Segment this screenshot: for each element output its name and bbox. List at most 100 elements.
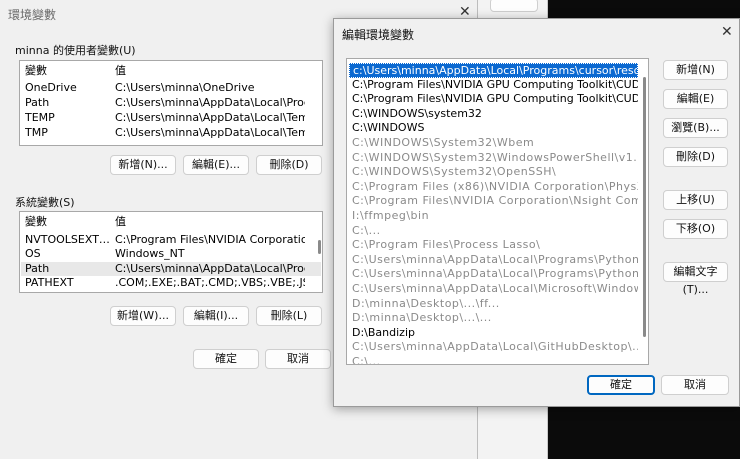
scrollbar[interactable]	[318, 240, 321, 254]
path-list-item[interactable]: I:\ffmpeg\bin	[349, 209, 638, 224]
path-list-item[interactable]: C:\Program Files\NVIDIA GPU Computing To…	[349, 92, 638, 107]
path-text: C:\Users\minna\AppData\Local\GitHubDeskt…	[352, 340, 638, 354]
list-header: 變數 值	[21, 215, 321, 229]
path-list-item[interactable]: C:\...	[349, 355, 638, 365]
path-list-item[interactable]: C:\WINDOWS\System32\WindowsPowerShell\v1…	[349, 151, 638, 166]
system-delete-button[interactable]: 刪除(L)	[256, 306, 322, 326]
variable-name: OneDrive	[25, 81, 77, 94]
window-title: 環境變數	[8, 8, 57, 22]
path-text: D:\minna\Desktop\...\ff...	[352, 296, 500, 310]
table-row[interactable]: TEMP C:\Users\minna\AppData\Local\Temp	[21, 111, 321, 125]
path-list-item[interactable]: C:\Program Files\NVIDIA Corporation\Nsig…	[349, 194, 638, 209]
path-text: C:\Users\minna\AppData\Local\Programs\Py…	[352, 252, 638, 266]
user-variables-list[interactable]: 變數 值 OneDrive C:\Users\minna\OneDrive Pat…	[19, 60, 323, 146]
system-variables-list[interactable]: 變數 值 NVTOOLSEXT_P... C:\Program Files\NVI…	[19, 211, 323, 293]
ok-button[interactable]: 確定	[587, 375, 655, 395]
path-text: C:\Program Files\Process Lasso\	[352, 238, 541, 252]
path-list-item[interactable]: C:\Program Files\Process Lasso\	[349, 238, 638, 253]
path-text: D:\Bandizip	[352, 325, 415, 339]
path-text: c:\Users\minna\AppData\Local\Programs\cu…	[353, 64, 637, 77]
path-list-item[interactable]: D:\minna\Desktop\...\...	[349, 311, 638, 326]
system-new-button[interactable]: 新增(W)...	[110, 306, 176, 326]
dialog-title: 編輯環境變數	[342, 28, 415, 42]
path-list-item[interactable]: C:\Program Files (x86)\NVIDIA Corporatio…	[349, 180, 638, 195]
path-text: C:\...	[352, 355, 381, 365]
table-row[interactable]: OS Windows_NT	[21, 247, 321, 261]
path-list-item[interactable]: D:\Bandizip	[349, 326, 638, 341]
user-edit-button[interactable]: 編輯(E)...	[183, 155, 249, 175]
variable-value: C:\Users\minna\AppData\Local\Temp	[115, 111, 305, 124]
path-text: C:\Program Files (x86)\NVIDIA Corporatio…	[352, 179, 638, 193]
path-list-item[interactable]: C:\WINDOWS	[349, 121, 638, 136]
user-delete-button[interactable]: 刪除(D)	[256, 155, 322, 175]
browse-button[interactable]: 瀏覽(B)...	[663, 118, 728, 138]
variable-value: Windows_NT	[115, 247, 185, 260]
path-text: C:\Program Files\NVIDIA GPU Computing To…	[352, 92, 638, 106]
variable-name: TEMP	[25, 111, 55, 124]
variable-value: C:\Users\minna\OneDrive	[115, 81, 255, 94]
list-header: 變數 值	[21, 64, 321, 78]
table-row[interactable]: TMP C:\Users\minna\AppData\Local\Temp	[21, 126, 321, 140]
path-list[interactable]: C:\... C:\Users\minna\AppData\Local\GitHu…	[346, 58, 649, 365]
background-button[interactable]	[490, 0, 538, 12]
edit-environment-variable-dialog: 編輯環境變數 ✕ C:\... C:\Users\minna\AppData\Lo…	[333, 18, 740, 407]
table-row[interactable]: Path C:\Users\minna\AppData\Local\Program…	[21, 96, 321, 110]
table-row[interactable]: PATHEXT .COM;.EXE;.BAT;.CMD;.VBS;.VBE;.JS…	[21, 276, 321, 290]
path-text: C:\Program Files\NVIDIA Corporation\Nsig…	[352, 194, 638, 208]
path-text: C:\WINDOWS	[352, 121, 425, 135]
path-text: C:\WINDOWS\system32	[352, 106, 482, 120]
path-list-item[interactable]: C:\Users\minna\AppData\Local\Programs\Py…	[349, 267, 638, 282]
variable-value: .COM;.EXE;.BAT;.CMD;.VBS;.VBE;.JS;.JSE;.…	[115, 276, 305, 289]
edit-text-button[interactable]: 編輯文字(T)...	[663, 262, 728, 296]
variable-name: TMP	[25, 126, 48, 139]
user-new-button[interactable]: 新增(N)...	[110, 155, 176, 175]
variable-value: C:\Users\minna\AppData\Local\Temp	[115, 126, 305, 139]
edit-button[interactable]: 編輯(E)	[663, 89, 728, 109]
path-list-item[interactable]: C:\WINDOWS\System32\Wbem	[349, 136, 638, 151]
table-row[interactable]: Path C:\Users\minna\AppData\Local\Program…	[21, 262, 321, 276]
path-text: C:\WINDOWS\System32\OpenSSH\	[352, 165, 557, 179]
variable-value: C:\Program Files\NVIDIA Corporation\Nv..…	[115, 233, 305, 246]
path-list-item[interactable]: C:\Program Files\NVIDIA GPU Computing To…	[349, 78, 638, 93]
path-text: D:\minna\Desktop\...\...	[352, 311, 492, 325]
cancel-button[interactable]: 取消	[265, 349, 331, 369]
variable-name: NVTOOLSEXT_P...	[25, 233, 111, 246]
table-row[interactable]: NVTOOLSEXT_P... C:\Program Files\NVIDIA C…	[21, 233, 321, 247]
delete-button[interactable]: 刪除(D)	[663, 147, 728, 167]
path-text: C:\WINDOWS\System32\Wbem	[352, 136, 535, 149]
column-header-value[interactable]: 值	[115, 215, 305, 229]
variable-name: OS	[25, 247, 41, 260]
path-text: C:\...	[352, 223, 381, 237]
path-text: I:\ffmpeg\bin	[352, 209, 430, 222]
variable-name: Path	[25, 262, 50, 275]
system-edit-button[interactable]: 編輯(I)...	[183, 306, 249, 326]
variable-name: PATHEXT	[25, 276, 74, 289]
path-text: C:\WINDOWS\System32\WindowsPowerShell\v1…	[352, 150, 638, 164]
path-list-item[interactable]: C:\Users\minna\AppData\Local\Microsoft\W…	[349, 282, 638, 297]
path-list-item[interactable]: D:\minna\Desktop\...\ff...	[349, 297, 638, 312]
column-header-value[interactable]: 值	[115, 64, 305, 78]
system-variables-group-label: 系統變數(S)	[15, 196, 75, 209]
variable-name: Path	[25, 96, 50, 109]
path-list-item[interactable]: C:\WINDOWS\System32\OpenSSH\	[349, 165, 638, 180]
path-text: C:\Program Files\NVIDIA GPU Computing To…	[352, 77, 638, 91]
column-header-variable[interactable]: 變數	[25, 64, 111, 78]
column-header-variable[interactable]: 變數	[25, 215, 111, 229]
path-list-item[interactable]: C:\...	[349, 224, 638, 239]
close-icon[interactable]: ✕	[721, 24, 733, 40]
new-button[interactable]: 新增(N)	[663, 60, 728, 80]
move-down-button[interactable]: 下移(O)	[663, 219, 728, 239]
path-list-item[interactable]: c:\Users\minna\AppData\Local\Programs\cu…	[349, 63, 638, 78]
table-row[interactable]: OneDrive C:\Users\minna\OneDrive	[21, 81, 321, 95]
path-list-item[interactable]: C:\WINDOWS\system32	[349, 107, 638, 122]
variable-value: C:\Users\minna\AppData\Local\Program...	[115, 96, 305, 109]
path-list-item[interactable]: C:\Users\minna\AppData\Local\Programs\Py…	[349, 253, 638, 268]
path-text: C:\Users\minna\AppData\Local\Microsoft\W…	[352, 282, 638, 295]
move-up-button[interactable]: 上移(U)	[663, 190, 728, 210]
scrollbar[interactable]	[643, 77, 646, 337]
user-variables-group-label: minna 的使用者變數(U)	[15, 44, 136, 57]
path-list-item[interactable]: C:\Users\minna\AppData\Local\GitHubDeskt…	[349, 340, 638, 355]
path-text: C:\Users\minna\AppData\Local\Programs\Py…	[352, 267, 638, 281]
ok-button[interactable]: 確定	[193, 349, 259, 369]
cancel-button[interactable]: 取消	[661, 375, 729, 395]
